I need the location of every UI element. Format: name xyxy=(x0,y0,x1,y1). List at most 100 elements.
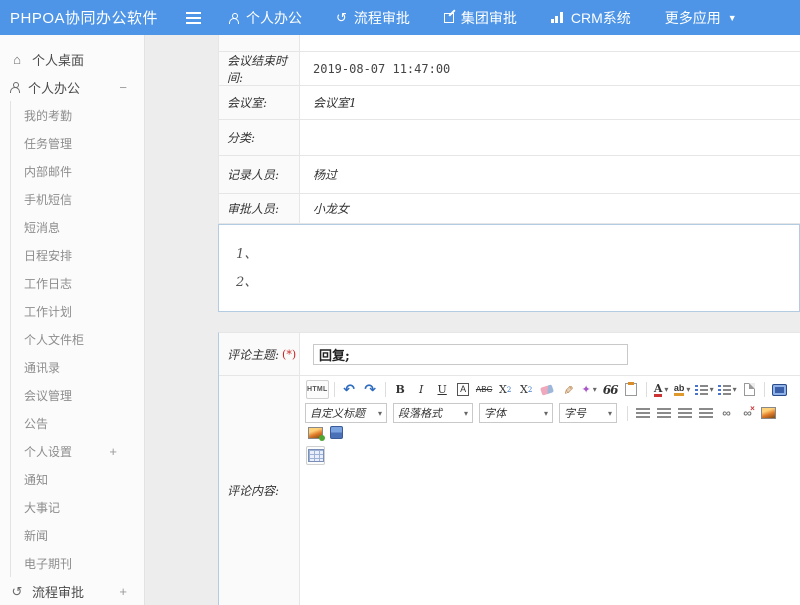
sidebar-item-meeting-management[interactable]: 会议管理 xyxy=(11,381,144,409)
nav-workflow-approval[interactable]: ↺ 流程审批 xyxy=(336,8,410,28)
insert-image-button[interactable] xyxy=(759,404,778,423)
new-page-button[interactable] xyxy=(740,380,759,399)
rich-text-editor: HTML ↶ ↷ B I U A ABC X2 X2 ✎ xyxy=(300,376,800,605)
eraser-button[interactable] xyxy=(538,380,557,399)
justify-icon xyxy=(699,408,713,419)
paragraph-format-select[interactable]: 段落格式▾ xyxy=(393,403,473,423)
strikethrough-button[interactable]: ABC xyxy=(475,380,494,399)
sidebar-item-attendance[interactable]: 我的考勤 xyxy=(11,101,144,129)
sidebar-item-file-cabinet[interactable]: 个人文件柜 xyxy=(11,325,144,353)
subscript-button[interactable]: X2 xyxy=(517,380,536,399)
main-content: 会议结束时间: 2019-08-07 11:47:00 会议室: 会议室1 分类… xyxy=(146,35,800,605)
meeting-info-table: 会议结束时间: 2019-08-07 11:47:00 会议室: 会议室1 分类… xyxy=(218,35,800,224)
justify-button[interactable] xyxy=(696,404,715,423)
comment-content-row: 评论内容: HTML ↶ ↷ B I U A ABC X2 xyxy=(219,376,800,605)
sidebar-item-mobile-sms[interactable]: 手机短信 xyxy=(11,185,144,213)
row-value: 2019-08-07 11:47:00 xyxy=(300,52,800,85)
sidebar-item-work-plan[interactable]: 工作计划 xyxy=(11,297,144,325)
redo-button[interactable]: ↷ xyxy=(361,380,380,399)
unordered-list-icon xyxy=(718,384,731,395)
sidebar-item-schedule[interactable]: 日程安排 xyxy=(11,241,144,269)
minutes-line: 1、 xyxy=(236,241,799,269)
cycle-icon: ↺ xyxy=(10,585,24,598)
font-border-button[interactable]: A xyxy=(454,380,473,399)
table-row: 分类: xyxy=(219,120,800,156)
nav-more-apps[interactable]: 更多应用 ▼ xyxy=(665,8,737,28)
sidebar-item-big-events[interactable]: 大事记 xyxy=(11,493,144,521)
sidebar-item-contacts[interactable]: 通讯录 xyxy=(11,353,144,381)
table-row: 审批人员: 小龙女 xyxy=(219,194,800,224)
sidebar-item-task-management[interactable]: 任务管理 xyxy=(11,129,144,157)
autoformat-button[interactable]: ✦▾ xyxy=(580,380,599,399)
font-color-button[interactable]: A▾ xyxy=(652,380,671,399)
highlight-color-button[interactable]: ab▾ xyxy=(673,380,692,399)
superscript-button[interactable]: X2 xyxy=(496,380,515,399)
comment-content-label: 评论内容: xyxy=(219,376,300,605)
undo-button[interactable]: ↶ xyxy=(340,380,359,399)
insert-media-button[interactable] xyxy=(327,423,346,442)
row-label: 分类: xyxy=(219,120,300,155)
nav-personal-office[interactable]: 个人办公 xyxy=(229,8,302,28)
underline-button[interactable]: U xyxy=(433,380,452,399)
ordered-list-icon xyxy=(695,384,708,395)
font-family-select[interactable]: 字体▾ xyxy=(479,403,553,423)
hamburger-menu-icon[interactable] xyxy=(186,12,201,24)
sidebar-item-notice[interactable]: 通知 xyxy=(11,465,144,493)
remove-link-button[interactable]: ∞ xyxy=(738,404,757,423)
top-nav: 个人办公 ↺ 流程审批 集团审批 CRM系统 更多应用 ▼ xyxy=(229,8,771,28)
italic-button[interactable]: I xyxy=(412,380,431,399)
format-brush-button[interactable]: ✎ xyxy=(559,380,578,399)
sidebar-item-workflow-approval[interactable]: ↺ 流程审批 + xyxy=(0,577,144,605)
upload-image-button[interactable] xyxy=(306,423,325,442)
custom-title-select[interactable]: 自定义标题▾ xyxy=(305,403,387,423)
fullscreen-button[interactable] xyxy=(770,380,789,399)
paste-button[interactable] xyxy=(622,380,641,399)
nav-group-approval[interactable]: 集团审批 xyxy=(444,8,517,28)
insert-table-button[interactable] xyxy=(306,446,325,465)
expand-icon[interactable]: + xyxy=(109,444,117,459)
sidebar-item-work-log[interactable]: 工作日志 xyxy=(11,269,144,297)
eraser-icon xyxy=(540,384,554,395)
sidebar-item-internal-mail[interactable]: 内部邮件 xyxy=(11,157,144,185)
sidebar-item-personal-office[interactable]: 个人办公 − xyxy=(0,73,144,101)
font-size-select[interactable]: 字号▾ xyxy=(559,403,617,423)
nav-crm[interactable]: CRM系统 xyxy=(551,8,631,28)
table-row xyxy=(219,35,800,52)
minutes-line: 2、 xyxy=(236,269,799,297)
editor-toolbar-row-2: 自定义标题▾ 段落格式▾ 字体▾ 字号▾ ∞ ∞ xyxy=(300,401,800,444)
unordered-list-button[interactable]: ▾ xyxy=(717,380,738,399)
app-title: PHPOA协同办公软件 xyxy=(0,7,186,28)
table-row: 会议结束时间: 2019-08-07 11:47:00 xyxy=(219,52,800,86)
bold-button[interactable]: B xyxy=(391,380,410,399)
html-source-button[interactable]: HTML xyxy=(306,380,329,399)
comment-subject-input[interactable] xyxy=(313,344,628,365)
table-row: 会议室: 会议室1 xyxy=(219,86,800,120)
table-icon xyxy=(308,449,324,462)
chart-icon xyxy=(551,12,564,23)
row-label: 记录人员: xyxy=(219,156,300,193)
sidebar-item-personal-settings[interactable]: 个人设置 + xyxy=(11,437,144,465)
collapse-icon[interactable]: − xyxy=(119,80,127,95)
blockquote-button[interactable]: 66 xyxy=(601,380,620,399)
sidebar-item-e-journal[interactable]: 电子期刊 xyxy=(11,549,144,577)
sidebar: ⌂ 个人桌面 个人办公 − 我的考勤 任务管理 内部邮件 手机短信 短消息 日程… xyxy=(0,35,145,605)
sidebar-item-news[interactable]: 新闻 xyxy=(11,521,144,549)
monitor-icon xyxy=(772,384,787,396)
row-label: 会议室: xyxy=(219,86,300,119)
sidebar-item-announcement[interactable]: 公告 xyxy=(11,409,144,437)
align-left-button[interactable] xyxy=(633,404,652,423)
caret-down-icon: ▼ xyxy=(728,13,737,23)
align-center-button[interactable] xyxy=(654,404,673,423)
person-icon xyxy=(10,82,20,92)
insert-link-button[interactable]: ∞ xyxy=(717,404,736,423)
clipboard-icon xyxy=(625,383,637,396)
expand-icon[interactable]: + xyxy=(119,584,127,599)
comment-form: 评论主题: (*) 评论内容: HTML ↶ ↷ xyxy=(218,332,800,605)
home-icon: ⌂ xyxy=(10,52,24,67)
align-right-button[interactable] xyxy=(675,404,694,423)
editor-content-area[interactable] xyxy=(300,467,800,605)
sidebar-item-desktop[interactable]: ⌂ 个人桌面 xyxy=(0,45,144,73)
sidebar-item-short-message[interactable]: 短消息 xyxy=(11,213,144,241)
ordered-list-button[interactable]: ▾ xyxy=(694,380,715,399)
align-center-icon xyxy=(657,408,671,419)
